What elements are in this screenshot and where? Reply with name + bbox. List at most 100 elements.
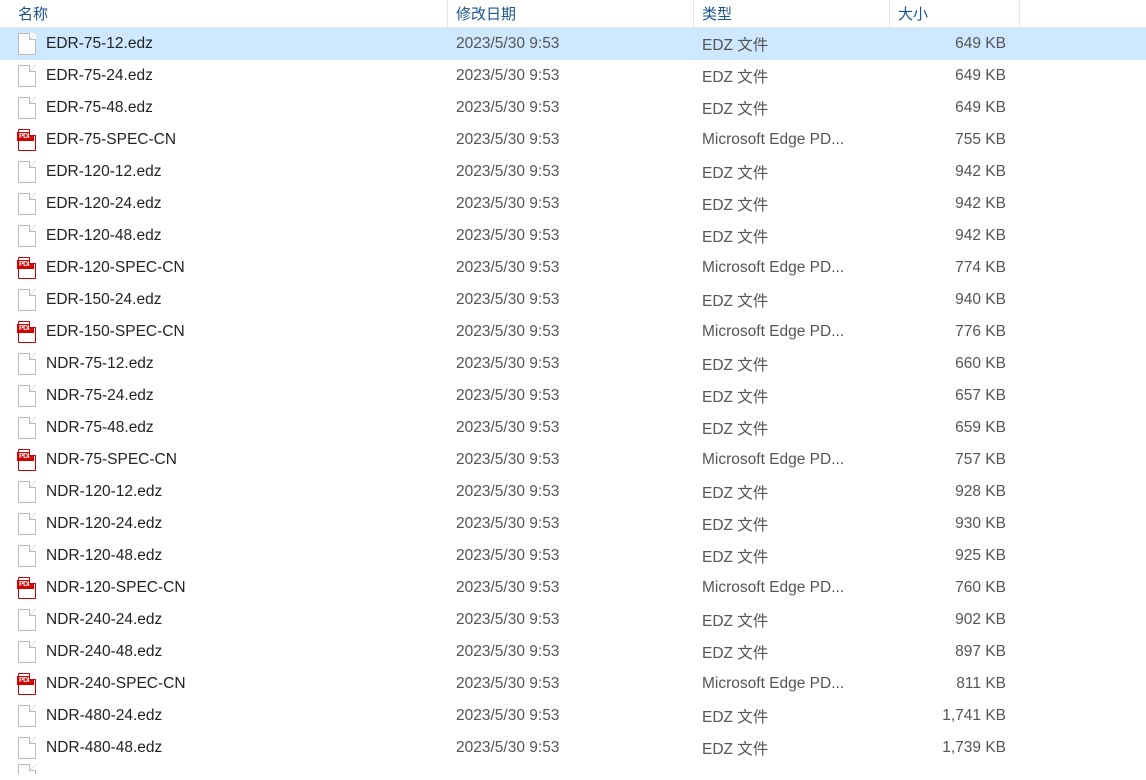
file-name-cell: EDR-75-12.edz: [0, 33, 448, 55]
file-name-cell: EDR-120-SPEC-CN: [0, 257, 448, 279]
file-type-cell: EDZ 文件: [694, 641, 890, 663]
file-date-cell: 2023/5/30 9:53: [448, 707, 694, 725]
file-date-cell: 2023/5/30 9:53: [448, 323, 694, 341]
file-size-cell: 755 KB: [890, 131, 1020, 149]
file-row[interactable]: NDR-240-24.edz2023/5/30 9:53EDZ 文件902 KB: [0, 604, 1146, 636]
file-size-cell: 1,741 KB: [890, 707, 1020, 725]
file-size-cell: 928 KB: [890, 483, 1020, 501]
file-icon: [18, 225, 36, 247]
file-row[interactable]: EDR-75-SPEC-CN2023/5/30 9:53Microsoft Ed…: [0, 124, 1146, 156]
file-name-label: EDR-120-24.edz: [46, 195, 161, 213]
file-row[interactable]: NDR-75-12.edz 2023/5/30 9:53EDZ 文件660 KB: [0, 348, 1146, 380]
file-icon: [18, 417, 36, 439]
file-name-cell: NDR-240-24.edz: [0, 609, 448, 631]
file-type-cell: EDZ 文件: [694, 545, 890, 567]
file-row[interactable]: NDR-75-SPEC-CN2023/5/30 9:53Microsoft Ed…: [0, 444, 1146, 476]
file-row[interactable]: EDR-120-SPEC-CN2023/5/30 9:53Microsoft E…: [0, 252, 1146, 284]
file-type-cell: EDZ 文件: [694, 97, 890, 119]
column-header-name[interactable]: 名称: [0, 0, 448, 28]
file-row[interactable]: NDR-120-48.edz2023/5/30 9:53EDZ 文件925 KB: [0, 540, 1146, 572]
file-row[interactable]: NDR-240-SPEC-CN2023/5/30 9:53Microsoft E…: [0, 668, 1146, 700]
file-size-cell: 660 KB: [890, 355, 1020, 373]
file-size-cell: 925 KB: [890, 547, 1020, 565]
file-name-label: NDR-480-24.edz: [46, 707, 162, 725]
pdf-file-icon: [18, 129, 36, 151]
file-row[interactable]: NDR-120-24.edz2023/5/30 9:53EDZ 文件930 KB: [0, 508, 1146, 540]
file-type-cell: EDZ 文件: [694, 609, 890, 631]
file-icon: [18, 705, 36, 727]
file-type-cell: EDZ 文件: [694, 225, 890, 247]
file-name-label: EDR-120-SPEC-CN: [46, 259, 185, 277]
file-row[interactable]: EDR-75-48.edz2023/5/30 9:53EDZ 文件649 KB: [0, 92, 1146, 124]
file-date-cell: 2023/5/30 9:53: [448, 131, 694, 149]
file-type-cell: Microsoft Edge PD...: [694, 451, 890, 469]
column-header-size[interactable]: 大小: [890, 0, 1020, 28]
file-row[interactable]: EDR-120-24.edz2023/5/30 9:53EDZ 文件942 KB: [0, 188, 1146, 220]
file-type-cell: Microsoft Edge PD...: [694, 579, 890, 597]
partial-file-row: [0, 764, 1146, 774]
file-name-cell: EDR-120-24.edz: [0, 193, 448, 215]
file-date-cell: 2023/5/30 9:53: [448, 355, 694, 373]
file-row[interactable]: NDR-120-12.edz2023/5/30 9:53EDZ 文件928 KB: [0, 476, 1146, 508]
file-name-cell: EDR-120-48.edz: [0, 225, 448, 247]
file-date-cell: 2023/5/30 9:53: [448, 419, 694, 437]
file-row[interactable]: EDR-75-12.edz2023/5/30 9:53EDZ 文件649 KB: [0, 28, 1146, 60]
file-icon: [18, 481, 36, 503]
file-date-cell: 2023/5/30 9:53: [448, 579, 694, 597]
file-size-cell: 1,739 KB: [890, 739, 1020, 757]
file-name-label: NDR-240-SPEC-CN: [46, 675, 186, 693]
file-row[interactable]: EDR-150-24.edz2023/5/30 9:53EDZ 文件940 KB: [0, 284, 1146, 316]
column-header-row: 名称 修改日期 类型 大小: [0, 0, 1146, 28]
file-type-cell: Microsoft Edge PD...: [694, 323, 890, 341]
file-size-cell: 649 KB: [890, 99, 1020, 117]
file-name-cell: NDR-240-SPEC-CN: [0, 673, 448, 695]
file-date-cell: 2023/5/30 9:53: [448, 35, 694, 53]
file-name-cell: NDR-75-SPEC-CN: [0, 449, 448, 471]
file-type-cell: Microsoft Edge PD...: [694, 131, 890, 149]
file-name-cell: NDR-75-12.edz: [0, 353, 448, 375]
file-name-label: NDR-480-48.edz: [46, 739, 162, 757]
file-row[interactable]: EDR-120-48.edz2023/5/30 9:53EDZ 文件942 KB: [0, 220, 1146, 252]
file-name-cell: NDR-120-12.edz: [0, 481, 448, 503]
file-icon: [18, 97, 36, 119]
file-date-cell: 2023/5/30 9:53: [448, 163, 694, 181]
file-date-cell: 2023/5/30 9:53: [448, 739, 694, 757]
file-row[interactable]: NDR-120-SPEC-CN2023/5/30 9:53Microsoft E…: [0, 572, 1146, 604]
file-row[interactable]: NDR-480-24.edz2023/5/30 9:53EDZ 文件1,741 …: [0, 700, 1146, 732]
file-name-label: EDR-150-SPEC-CN: [46, 323, 185, 341]
file-type-cell: EDZ 文件: [694, 289, 890, 311]
file-size-cell: 776 KB: [890, 323, 1020, 341]
file-icon: [18, 161, 36, 183]
file-size-cell: 897 KB: [890, 643, 1020, 661]
file-icon: [18, 385, 36, 407]
file-icon: [18, 193, 36, 215]
file-type-cell: EDZ 文件: [694, 353, 890, 375]
file-date-cell: 2023/5/30 9:53: [448, 515, 694, 533]
file-row[interactable]: NDR-75-24.edz2023/5/30 9:53EDZ 文件657 KB: [0, 380, 1146, 412]
file-name-cell: EDR-150-SPEC-CN: [0, 321, 448, 343]
file-row[interactable]: EDR-150-SPEC-CN 2023/5/30 9:53Microsoft E…: [0, 316, 1146, 348]
file-size-cell: 811 KB: [890, 675, 1020, 693]
file-date-cell: 2023/5/30 9:53: [448, 67, 694, 85]
column-header-date[interactable]: 修改日期: [448, 0, 694, 28]
file-name-label: NDR-75-12.edz: [46, 355, 154, 373]
file-row[interactable]: NDR-240-48.edz2023/5/30 9:53EDZ 文件897 KB: [0, 636, 1146, 668]
file-row[interactable]: EDR-75-24.edz2023/5/30 9:53EDZ 文件649 KB: [0, 60, 1146, 92]
column-header-type[interactable]: 类型: [694, 0, 890, 28]
file-size-cell: 942 KB: [890, 227, 1020, 245]
file-date-cell: 2023/5/30 9:53: [448, 387, 694, 405]
pdf-file-icon: [18, 449, 36, 471]
file-date-cell: 2023/5/30 9:53: [448, 611, 694, 629]
file-size-cell: 657 KB: [890, 387, 1020, 405]
file-list: EDR-75-12.edz2023/5/30 9:53EDZ 文件649 KBE…: [0, 28, 1146, 764]
file-name-cell: NDR-480-48.edz: [0, 737, 448, 759]
file-row[interactable]: EDR-120-12.edz2023/5/30 9:53EDZ 文件942 KB: [0, 156, 1146, 188]
file-name-cell: NDR-75-24.edz: [0, 385, 448, 407]
pdf-file-icon: [18, 577, 36, 599]
file-row[interactable]: NDR-75-48.edz2023/5/30 9:53EDZ 文件659 KB: [0, 412, 1146, 444]
file-date-cell: 2023/5/30 9:53: [448, 259, 694, 277]
file-name-label: NDR-120-12.edz: [46, 483, 162, 501]
file-size-cell: 649 KB: [890, 35, 1020, 53]
file-row[interactable]: NDR-480-48.edz2023/5/30 9:53EDZ 文件1,739 …: [0, 732, 1146, 764]
file-date-cell: 2023/5/30 9:53: [448, 451, 694, 469]
